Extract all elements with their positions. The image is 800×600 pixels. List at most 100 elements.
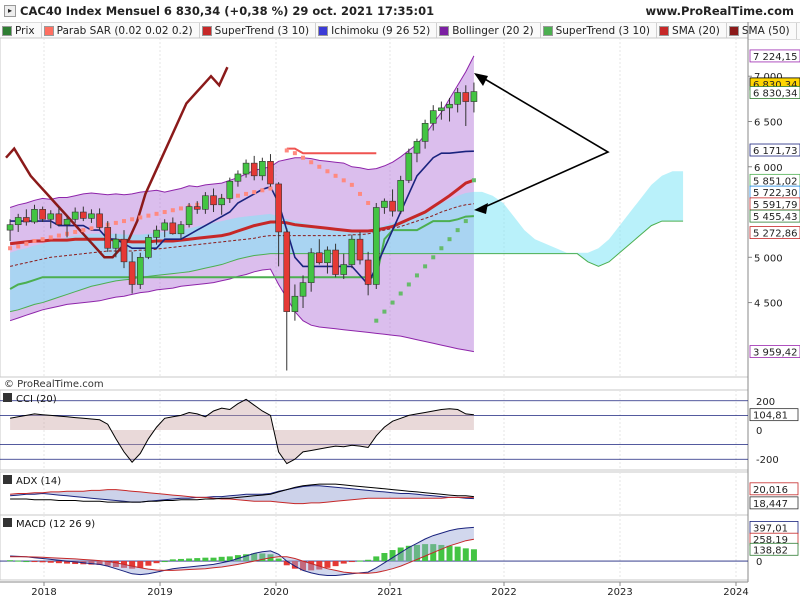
candle-body [226, 180, 234, 199]
sar-point [32, 239, 37, 243]
price-label: 5 455,43 [753, 212, 798, 223]
candle-body [364, 259, 372, 285]
sar-point [414, 273, 419, 278]
candle-body [55, 213, 63, 226]
sar-point [244, 191, 249, 196]
candle-body [104, 227, 112, 249]
sar-point [170, 208, 175, 213]
macd-hist-bar [161, 561, 168, 563]
sar-point [40, 237, 45, 242]
candle-body [177, 224, 185, 235]
cci-tick-label: 200 [756, 397, 775, 408]
macd-zero-tick: 0 [756, 557, 762, 568]
candle-body [47, 213, 55, 220]
sar-point [423, 264, 428, 269]
candle-body [316, 252, 323, 264]
candle-body [429, 110, 437, 124]
candle-body [470, 91, 478, 102]
sar-point [309, 160, 314, 165]
cci-value-label: 104,81 [753, 411, 788, 422]
macd-hist-bar [218, 556, 225, 562]
candle-body [23, 217, 30, 223]
panel-title: CCI (20) [16, 394, 57, 405]
sar-point [162, 210, 167, 215]
candle-body [14, 217, 22, 226]
cci-tick-label: 0 [756, 426, 762, 437]
candle-body [299, 282, 307, 297]
candle-body [112, 238, 120, 249]
macd-hist-bar [153, 561, 160, 564]
candle-body [446, 103, 453, 109]
candle-body [275, 183, 282, 233]
x-tick-label: 2023 [607, 587, 632, 598]
sar-point [56, 233, 61, 238]
macd-hist-bar [145, 561, 152, 566]
candle-body [462, 92, 470, 102]
sar-point [333, 173, 338, 178]
sar-point [374, 318, 379, 323]
candle-body [193, 206, 201, 210]
price-label: 5 591,79 [753, 200, 798, 211]
sar-point [81, 228, 86, 233]
x-tick-label: 2024 [723, 587, 748, 598]
macd-hist-bar [332, 561, 339, 567]
sar-point [16, 244, 21, 249]
chart-canvas: 4 5005 0006 0006 5007 0007 224,156 830,3… [0, 22, 800, 598]
y-tick-label: 6 000 [754, 163, 783, 174]
price-label: 3 959,42 [753, 348, 798, 359]
y-tick-label: 5 000 [754, 253, 783, 264]
macd-value-label: 397,01 [753, 523, 788, 534]
candle-body [31, 209, 38, 223]
macd-hist-bar [15, 560, 22, 562]
price-label: 5 851,02 [753, 176, 798, 187]
sar-point [73, 229, 78, 234]
macd-hist-bar [194, 558, 201, 562]
candle-body [291, 295, 299, 312]
candle-body [454, 92, 461, 105]
sar-point [48, 235, 53, 240]
macd-hist-bar [348, 561, 355, 563]
macd-hist-bar [462, 548, 469, 562]
sar-point [146, 213, 151, 218]
sar-point [252, 190, 257, 195]
sar-point [89, 226, 94, 231]
macd-hist-bar [23, 561, 30, 563]
sar-point [439, 246, 444, 251]
sar-point [398, 291, 403, 296]
x-tick-label: 2022 [491, 587, 516, 598]
macd-hist-bar [275, 558, 282, 562]
panel-title: MACD (12 26 9) [16, 519, 95, 530]
sar-point [24, 241, 29, 246]
candle-body [71, 211, 79, 220]
sar-point [301, 155, 306, 160]
candle-body [136, 256, 144, 285]
price-label: 5 722,30 [753, 188, 798, 199]
sar-point [154, 211, 159, 216]
candle-body [39, 209, 46, 220]
candle-body [63, 218, 71, 226]
candle-body [202, 195, 209, 210]
candle-body [348, 238, 356, 265]
candle-body [332, 249, 339, 275]
macd-hist-bar [169, 559, 176, 562]
sar-point [455, 228, 460, 233]
macd-hist-bar [446, 545, 453, 562]
macd-hist-bar [39, 561, 46, 563]
candle-body [372, 207, 380, 285]
candle-body [210, 195, 217, 206]
candle-body [80, 211, 87, 219]
price-label: 5 272,86 [753, 229, 798, 240]
candle-body [438, 107, 445, 111]
sar-point [138, 215, 143, 220]
panel-indicator-icon [3, 518, 12, 527]
candle-body [421, 122, 429, 142]
price-label: 6 171,73 [753, 146, 798, 157]
macd-hist-bar [137, 561, 144, 568]
y-tick-label: 4 500 [754, 299, 783, 310]
macd-hist-bar [454, 546, 461, 562]
macd-hist-bar [202, 557, 209, 562]
candle-body [218, 198, 225, 206]
sar-point [235, 193, 240, 198]
candle-body [145, 237, 152, 258]
candle-body [324, 249, 331, 264]
